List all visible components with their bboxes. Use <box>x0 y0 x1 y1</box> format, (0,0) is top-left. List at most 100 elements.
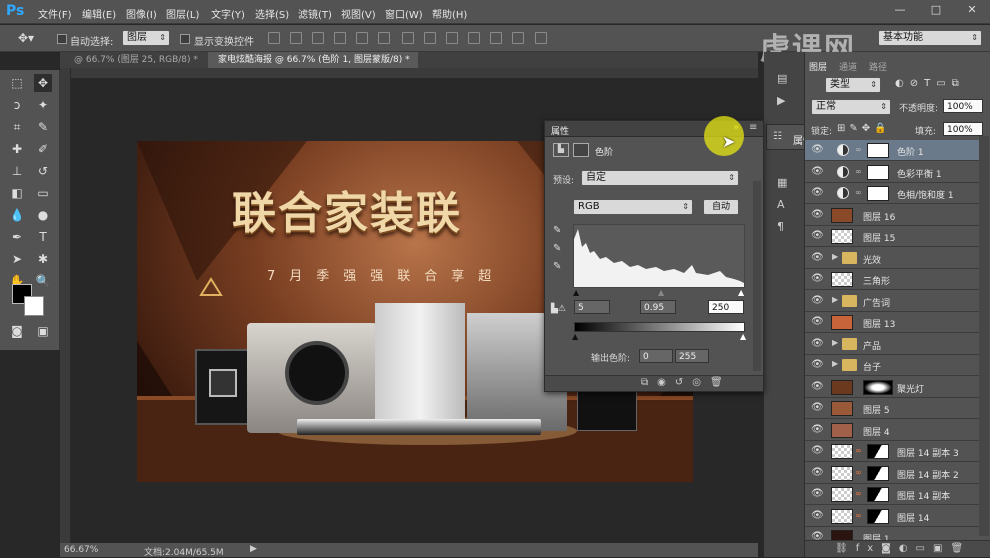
move-tool-icon[interactable]: ✥ <box>34 74 52 92</box>
distribute-left-icon[interactable] <box>468 32 480 44</box>
visibility-eye-icon[interactable]: 👁 <box>811 488 824 499</box>
distribute-hcenter-icon[interactable] <box>490 32 502 44</box>
layer-row[interactable]: 👁 ▶ 光效 <box>805 248 980 269</box>
zoom-tool-icon[interactable]: 🔍 <box>34 272 52 290</box>
layer-thumbnail[interactable] <box>831 379 853 395</box>
healing-brush-icon[interactable]: ✚ <box>8 140 26 158</box>
properties-scrollbar[interactable] <box>753 181 761 371</box>
visibility-eye-icon[interactable]: 👁 <box>811 338 824 349</box>
layer-row[interactable]: 👁 ∞ 色彩平衡 1 <box>805 162 980 183</box>
quick-mask-icon[interactable]: ◙ <box>8 322 26 340</box>
menu-edit[interactable]: 编辑(E) <box>82 6 116 21</box>
visibility-eye-icon[interactable]: 👁 <box>811 144 824 155</box>
layer-thumbnail[interactable] <box>831 508 853 524</box>
workspace-dropdown[interactable]: 基本功能 <box>878 30 982 46</box>
layer-thumbnail[interactable] <box>831 315 853 330</box>
preset-dropdown[interactable]: 自定 <box>581 170 739 186</box>
layer-mask-thumbnail[interactable] <box>867 444 889 459</box>
distribute-right-icon[interactable] <box>512 32 524 44</box>
visibility-eye-icon[interactable]: 👁 <box>811 252 824 263</box>
layer-mask-thumbnail[interactable] <box>867 465 889 481</box>
horizontal-ruler[interactable] <box>70 68 758 79</box>
menu-file[interactable]: 文件(F) <box>38 6 72 21</box>
crop-tool-icon[interactable]: ⌗ <box>8 118 26 136</box>
history-brush-icon[interactable]: ↺ <box>34 162 52 180</box>
magic-wand-icon[interactable]: ✦ <box>34 96 52 114</box>
paragraph-panel-icon[interactable]: ¶ <box>777 220 791 234</box>
layer-row[interactable]: 👁 ∞ 图层 14 副本 3 <box>805 441 980 462</box>
layer-row[interactable]: 👁 ∞ 色阶 1 <box>805 140 980 161</box>
layer-mask-thumbnail[interactable] <box>867 487 889 502</box>
layer-mask-thumbnail[interactable] <box>867 186 889 201</box>
align-bottom-icon[interactable] <box>312 32 324 44</box>
visibility-eye-icon[interactable]: 👁 <box>811 230 824 241</box>
menu-filter[interactable]: 滤镜(T) <box>298 6 332 21</box>
history-panel-icon[interactable]: ▤ <box>777 72 791 86</box>
output-black-field[interactable]: 0 <box>639 349 673 363</box>
layer-mask-thumbnail[interactable] <box>867 508 889 524</box>
input-gray-field[interactable]: 0.95 <box>640 300 676 314</box>
layer-row[interactable]: 👁 图层 15 <box>805 226 980 247</box>
eraser-tool-icon[interactable]: ◧ <box>8 184 26 202</box>
tab-home-appliance-poster[interactable]: 家电炫酷海报 @ 66.7% (色阶 1, 图层蒙版/8) * × <box>208 52 418 81</box>
auto-select-dropdown[interactable]: 图层 <box>122 30 170 46</box>
menu-image[interactable]: 图像(I) <box>126 6 157 21</box>
layer-row[interactable]: 👁 图层 16 <box>805 205 980 226</box>
layer-thumbnail[interactable] <box>831 422 853 438</box>
screen-mode-icon[interactable]: ▣ <box>34 322 52 340</box>
menu-layer[interactable]: 图层(L) <box>166 6 199 21</box>
layer-filter-icons[interactable]: ◐⊘T▭⧉ <box>895 78 965 89</box>
layer-row[interactable]: 👁 ∞ 色相/饱和度 1 <box>805 183 980 204</box>
align-vcenter-icon[interactable] <box>290 32 302 44</box>
type-tool-icon[interactable]: T <box>34 228 52 246</box>
layer-row[interactable]: 👁 三角形 <box>805 269 980 290</box>
vertical-ruler[interactable] <box>60 68 71 543</box>
expand-group-icon[interactable]: ▶ <box>832 338 838 347</box>
output-black-slider[interactable]: ▲ <box>572 332 578 341</box>
visibility-eye-icon[interactable]: 👁 <box>811 273 824 284</box>
menu-view[interactable]: 视图(V) <box>341 6 376 21</box>
layer-row[interactable]: 👁 图层 4 <box>805 420 980 441</box>
levels-adjustment-icon[interactable]: ▙ <box>553 143 569 157</box>
channel-dropdown[interactable]: RGB <box>573 199 693 215</box>
close-button[interactable]: ✕ <box>954 0 990 20</box>
pen-tool-icon[interactable]: ✒ <box>8 228 26 246</box>
align-hcenter-icon[interactable] <box>356 32 368 44</box>
visibility-eye-icon[interactable]: 👁 <box>811 510 824 521</box>
output-white-field[interactable]: 255 <box>675 349 709 363</box>
layer-mask-thumbnail[interactable] <box>863 379 893 395</box>
tab-layers[interactable]: 图层 <box>809 60 827 73</box>
visibility-eye-icon[interactable]: 👁 <box>811 295 824 306</box>
visibility-eye-icon[interactable]: 👁 <box>811 187 824 198</box>
input-black-field[interactable]: 5 <box>574 300 610 314</box>
layer-thumbnail[interactable] <box>831 207 853 223</box>
layer-row[interactable]: 👁 聚光灯 <box>805 377 980 398</box>
brush-tool-icon[interactable]: ✐ <box>34 140 52 158</box>
swatches-panel-icon[interactable]: ▦ <box>777 176 791 190</box>
path-select-icon[interactable]: ➤ <box>8 250 26 268</box>
status-arrow-icon[interactable]: ▶ <box>250 544 257 554</box>
layer-thumbnail[interactable] <box>831 401 853 416</box>
layer-mask-thumbnail[interactable] <box>867 143 889 158</box>
layer-thumbnail[interactable] <box>831 465 853 481</box>
layer-thumbnail[interactable] <box>831 272 853 287</box>
lasso-tool-icon[interactable]: ↄ <box>8 96 26 114</box>
layers-scrollbar[interactable] <box>979 136 989 536</box>
layer-row[interactable]: 👁 图层 13 <box>805 312 980 333</box>
menu-type[interactable]: 文字(Y) <box>211 6 245 21</box>
distribute-top-icon[interactable] <box>402 32 414 44</box>
auto-button[interactable]: 自动 <box>703 199 739 215</box>
layer-row[interactable]: 👁 ▶ 广告词 <box>805 291 980 312</box>
visibility-eye-icon[interactable]: 👁 <box>811 316 824 327</box>
input-white-field[interactable]: 250 <box>708 300 744 314</box>
visibility-eye-icon[interactable]: 👁 <box>811 445 824 456</box>
output-white-slider[interactable]: ▲ <box>740 332 746 341</box>
properties-footer-icons[interactable]: ⧉◉↺◎🗑 <box>641 377 732 388</box>
layers-footer-icons[interactable]: ⛓fx◙◐▭▣🗑 <box>835 543 971 554</box>
menu-select[interactable]: 选择(S) <box>255 6 289 21</box>
visibility-eye-icon[interactable]: 👁 <box>811 359 824 370</box>
layer-mask-thumbnail[interactable] <box>867 164 889 180</box>
auto-align-icon[interactable] <box>535 32 547 44</box>
expand-group-icon[interactable]: ▶ <box>832 359 838 368</box>
opacity-input[interactable]: 100% <box>943 99 983 113</box>
